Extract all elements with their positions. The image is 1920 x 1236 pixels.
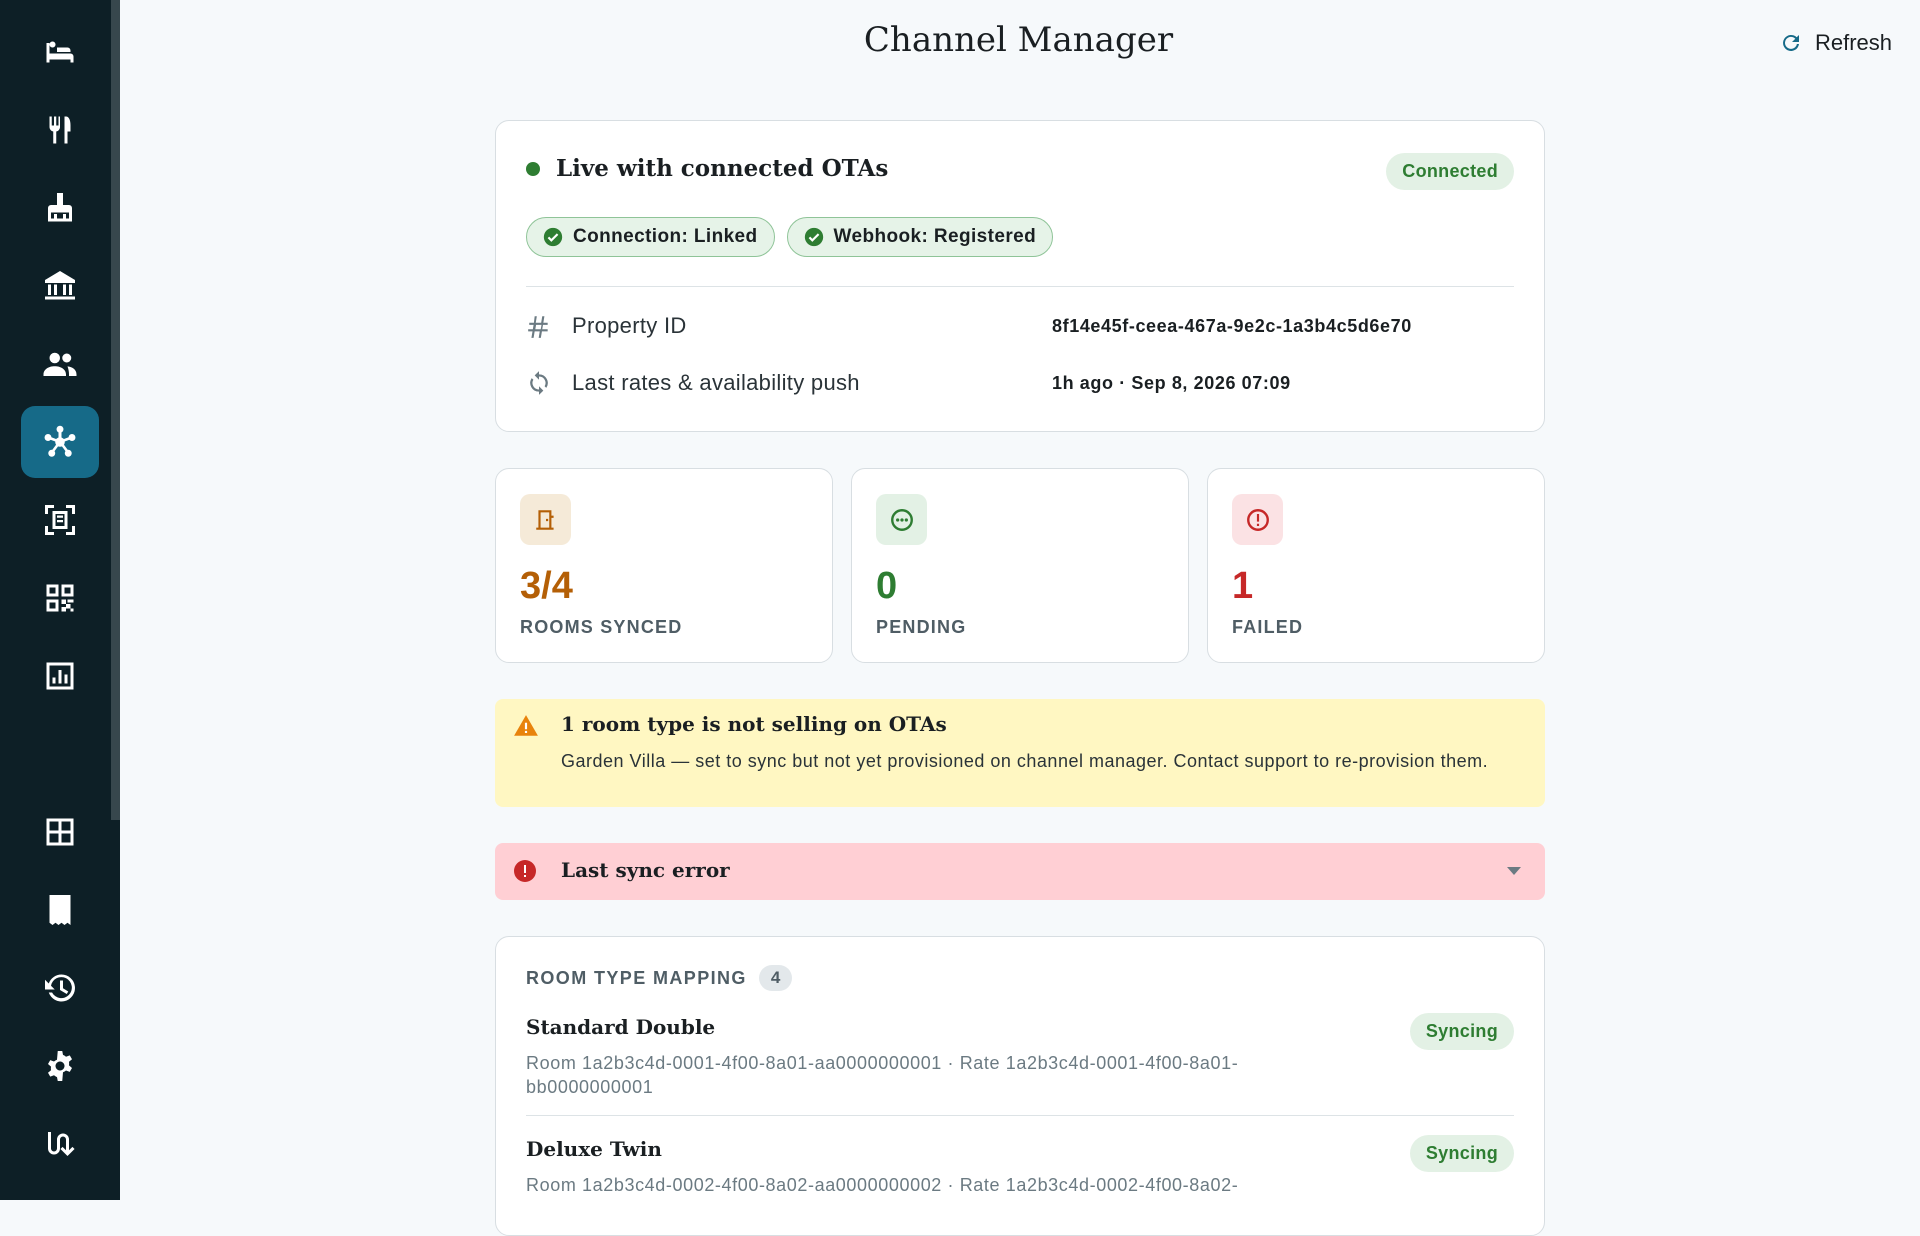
mapping-header: ROOM TYPE MAPPING 4 [526, 965, 793, 991]
stat-card-pending: 0 PENDING [851, 468, 1189, 663]
sidebar-item-settings[interactable] [21, 1030, 99, 1102]
pending-value: 0 [876, 565, 898, 607]
hash-icon [528, 316, 548, 338]
sidebar-scrollbar[interactable] [111, 0, 120, 820]
sidebar-item-floor-plan[interactable] [21, 796, 99, 868]
alert-icon [1246, 508, 1269, 531]
property-id-label: Property ID [572, 313, 687, 338]
invoice-icon [49, 895, 71, 925]
stat-icon-box [520, 494, 571, 545]
sidebar-item-housekeeping[interactable] [21, 172, 99, 244]
syncing-badge: Syncing [1409, 1135, 1514, 1172]
check-circle-icon [804, 227, 823, 247]
error-icon [514, 860, 536, 882]
channel-hub-icon [44, 425, 76, 457]
sidebar-item-restaurant[interactable] [21, 94, 99, 166]
connection-status-card: Live with connected OTAs Connected Conne… [495, 120, 1545, 432]
live-indicator-dot [526, 161, 540, 176]
sidebar-item-qr[interactable] [21, 562, 99, 634]
housekeeping-icon [48, 193, 72, 222]
settings-icon [48, 1051, 72, 1081]
sidebar-item-invoices[interactable] [21, 874, 99, 946]
refresh-icon [1783, 34, 1799, 51]
room-type-mapping-card: ROOM TYPE MAPPING 4 Standard Double Room… [495, 936, 1545, 1236]
chevron-down-icon [1507, 867, 1521, 875]
syncing-badge: Syncing [1409, 1013, 1514, 1050]
door-icon [535, 509, 554, 530]
failed-value: 1 [1232, 565, 1254, 607]
warning-text: Garden Villa — set to sync but not yet p… [561, 751, 1489, 771]
refresh-label: Refresh [1814, 30, 1892, 55]
sidebar [0, 0, 120, 1200]
rooms-synced-value: 3/4 [520, 565, 573, 607]
sidebar-item-finance[interactable] [21, 250, 99, 322]
connection-chip: Connection: Linked [526, 217, 775, 257]
pending-icon [890, 508, 913, 531]
warning-triangle-icon [514, 715, 538, 736]
mapping-title: ROOM TYPE MAPPING [526, 967, 747, 988]
status-chips: Connection: Linked Webhook: Registered [526, 217, 1054, 257]
sidebar-item-channel-manager[interactable] [21, 406, 99, 478]
not-selling-warning: 1 room type is not selling on OTAs Garde… [495, 699, 1545, 807]
sidebar-item-shift[interactable] [21, 1108, 99, 1180]
room-rate-ids: Room 1a2b3c4d-0002-4f00-8a02-aa000000000… [526, 1175, 1239, 1195]
warning-title: 1 room type is not selling on OTAs [561, 712, 947, 736]
status-header: Live with connected OTAs [526, 155, 888, 182]
bank-icon [45, 271, 75, 300]
history-icon [45, 974, 75, 1002]
refresh-button[interactable]: Refresh [1775, 26, 1896, 60]
last-push-value: 1h ago · Sep 8, 2026 07:09 [1052, 372, 1291, 393]
stat-card-failed: 1 FAILED [1207, 468, 1545, 663]
scan-document-icon [45, 505, 75, 535]
sidebar-item-history[interactable] [21, 952, 99, 1024]
stat-icon-box [1232, 494, 1283, 545]
room-type-name: Deluxe Twin [526, 1137, 662, 1161]
night-audit-icon [49, 739, 65, 769]
report-chart-icon [46, 662, 74, 690]
last-push-row: Last rates & availability push 1h ago · … [526, 370, 1514, 396]
webhook-chip: Webhook: Registered [786, 217, 1054, 257]
last-sync-error-toggle[interactable]: Last sync error [495, 843, 1545, 900]
sidebar-item-scan[interactable] [21, 484, 99, 556]
connection-chip-label: Connection: Linked [573, 226, 758, 247]
sidebar-item-reports[interactable] [21, 640, 99, 712]
floor-plan-icon [46, 818, 74, 846]
webhook-chip-label: Webhook: Registered [833, 226, 1037, 247]
shift-icon [48, 1132, 75, 1156]
failed-label: FAILED [1232, 617, 1304, 637]
pending-label: PENDING [876, 617, 967, 637]
qr-code-icon [46, 584, 74, 612]
mapping-row: Standard Double Room 1a2b3c4d-0001-4f00-… [526, 1013, 1514, 1099]
guests-icon [43, 352, 77, 376]
property-id-value: 8f14e45f-ceea-467a-9e2c-1a3b4c5d6e70 [1052, 315, 1412, 336]
row-divider [526, 1115, 1514, 1116]
status-title: Live with connected OTAs [556, 155, 889, 182]
divider [526, 286, 1514, 287]
stat-icon-box [876, 494, 927, 545]
mapping-row: Deluxe Twin Room 1a2b3c4d-0002-4f00-8a02… [526, 1135, 1514, 1197]
property-id-row: Property ID 8f14e45f-ceea-467a-9e2c-1a3b… [526, 313, 1514, 339]
room-type-name: Standard Double [526, 1015, 716, 1039]
mapping-count-badge: 4 [758, 965, 793, 991]
connected-badge: Connected [1386, 153, 1514, 190]
sidebar-item-guests[interactable] [21, 328, 99, 400]
room-rate-ids: Room 1a2b3c4d-0001-4f00-8a01-aa000000000… [526, 1053, 1239, 1097]
check-circle-icon [543, 227, 563, 247]
error-title: Last sync error [561, 858, 730, 882]
page-title: Channel Manager [863, 20, 1174, 60]
last-push-label: Last rates & availability push [572, 370, 860, 395]
sidebar-item-night-audit[interactable] [21, 718, 99, 790]
restaurant-icon [49, 116, 71, 144]
sync-icon [530, 371, 548, 395]
rooms-synced-label: ROOMS SYNCED [520, 617, 683, 637]
stat-card-rooms-synced: 3/4 ROOMS SYNCED [495, 468, 833, 663]
